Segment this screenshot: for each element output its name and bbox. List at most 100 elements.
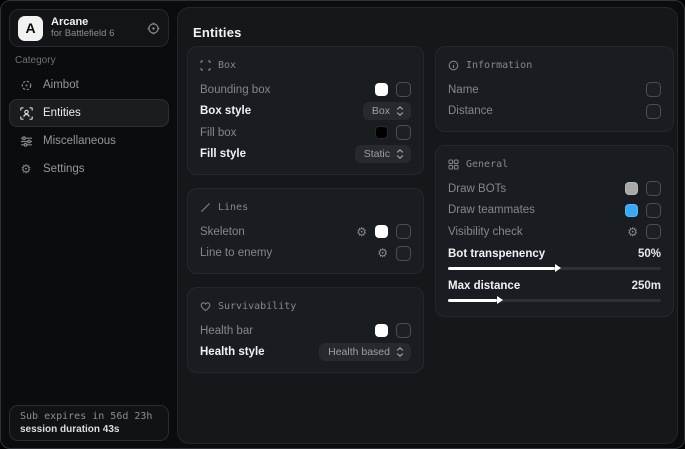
row-name: Name: [448, 79, 661, 101]
row-skeleton: Skeleton ⚙: [200, 221, 411, 243]
card-title: Lines: [218, 202, 248, 213]
bot-transparency-slider[interactable]: [448, 267, 661, 270]
color-swatch[interactable]: [625, 182, 638, 195]
row-label: Fill box: [200, 127, 375, 139]
color-swatch[interactable]: [625, 204, 638, 217]
skeleton-checkbox[interactable]: [396, 224, 411, 239]
card-survivability-header: Survivability: [200, 298, 411, 314]
subscription-status-box: Sub expires in 56d 23h session duration …: [9, 405, 169, 441]
card-lines: Lines Skeleton ⚙ Line to enemy ⚙: [187, 188, 424, 274]
sidebar-item-label: Settings: [43, 163, 85, 175]
sliders-icon: [19, 135, 33, 148]
row-label: Box style: [200, 105, 363, 117]
app-window: A Arcane for Battlefield 6 Category: [0, 0, 685, 449]
brand-name: Arcane: [51, 16, 139, 29]
unfold-icon: [396, 347, 404, 357]
slider-label: Max distance: [448, 280, 632, 292]
health-style-select[interactable]: Health based: [319, 343, 411, 361]
name-checkbox[interactable]: [646, 82, 661, 97]
select-value: Box: [372, 105, 390, 117]
card-title: Box: [218, 60, 236, 71]
row-visibility-check: Visibility check ⚙: [448, 221, 661, 243]
sidebar-item-label: Miscellaneous: [43, 135, 116, 147]
sidebar-item-label: Aimbot: [43, 79, 79, 91]
card-general: General Draw BOTs Draw teammates: [435, 145, 674, 317]
fill-box-checkbox[interactable]: [396, 125, 411, 140]
slider-value: 250m: [632, 280, 661, 292]
row-label: Fill style: [200, 148, 355, 160]
visibility-check-checkbox[interactable]: [646, 224, 661, 239]
card-box-header: Box: [200, 57, 411, 73]
slider-fill: [448, 299, 497, 302]
row-box-style: Box style Box: [200, 101, 411, 123]
row-fill-style: Fill style Static: [200, 144, 411, 166]
right-column: Information Name Distance: [435, 46, 674, 317]
line-to-enemy-settings-gear-icon[interactable]: ⚙: [377, 247, 388, 259]
unfold-icon: [396, 106, 404, 116]
row-label: Bounding box: [200, 84, 375, 96]
select-value: Health based: [328, 346, 390, 358]
row-label: Draw BOTs: [448, 183, 625, 195]
card-title: Information: [466, 60, 532, 71]
draw-teammates-checkbox[interactable]: [646, 203, 661, 218]
bounding-box-checkbox[interactable]: [396, 82, 411, 97]
category-label: Category: [15, 55, 56, 66]
row-label: Skeleton: [200, 226, 356, 238]
color-swatch[interactable]: [375, 225, 388, 238]
box-corners-icon: [200, 60, 211, 71]
distance-checkbox[interactable]: [646, 104, 661, 119]
session-duration-text: session duration 43s: [20, 424, 158, 435]
row-bounding-box: Bounding box: [200, 79, 411, 101]
brand-text: Arcane for Battlefield 6: [51, 16, 139, 40]
color-swatch[interactable]: [375, 83, 388, 96]
row-line-to-enemy: Line to enemy ⚙: [200, 243, 411, 265]
slider-label: Bot transpenency: [448, 248, 638, 260]
row-label: Health style: [200, 346, 319, 358]
gear-icon: ⚙: [19, 163, 33, 175]
slider-value: 50%: [638, 248, 661, 260]
sidebar-item-aimbot[interactable]: Aimbot: [9, 71, 169, 99]
heart-icon: [200, 301, 211, 312]
card-title: Survivability: [218, 301, 296, 312]
line-to-enemy-checkbox[interactable]: [396, 246, 411, 261]
sidebar-item-miscellaneous[interactable]: Miscellaneous: [9, 127, 169, 155]
entities-icon: [19, 107, 33, 120]
sidebar-item-label: Entities: [43, 107, 81, 119]
max-distance-slider-group: Max distance 250m: [448, 277, 661, 302]
sidebar-item-settings[interactable]: ⚙ Settings: [9, 155, 169, 183]
brand-subtitle: for Battlefield 6: [51, 29, 139, 40]
pencil-line-icon: [200, 202, 211, 213]
sidebar-item-entities[interactable]: Entities: [9, 99, 169, 127]
row-label: Visibility check: [448, 226, 627, 238]
row-label: Distance: [448, 105, 646, 117]
max-distance-slider[interactable]: [448, 299, 661, 302]
target-icon[interactable]: [147, 22, 160, 35]
box-style-select[interactable]: Box: [363, 102, 411, 120]
card-title: General: [466, 159, 508, 170]
page-title: Entities: [193, 25, 242, 40]
brand-logo: A: [18, 16, 43, 41]
bot-transparency-slider-group: Bot transpenency 50%: [448, 245, 661, 270]
row-draw-teammates: Draw teammates: [448, 200, 661, 222]
card-box: Box Bounding box Box style Box: [187, 46, 424, 175]
skeleton-settings-gear-icon[interactable]: ⚙: [356, 226, 367, 238]
row-label: Name: [448, 84, 646, 96]
row-health-bar: Health bar: [200, 320, 411, 342]
visibility-settings-gear-icon[interactable]: ⚙: [627, 226, 638, 238]
sidebar-nav: Aimbot Entities: [9, 71, 169, 183]
row-draw-bots: Draw BOTs: [448, 178, 661, 200]
select-value: Static: [364, 148, 390, 160]
color-swatch[interactable]: [375, 126, 388, 139]
sidebar: A Arcane for Battlefield 6 Category: [1, 1, 177, 448]
main-panel: Entities Box Bounding box: [177, 7, 678, 444]
health-bar-checkbox[interactable]: [396, 323, 411, 338]
fill-style-select[interactable]: Static: [355, 145, 411, 163]
row-label: Draw teammates: [448, 204, 625, 216]
card-information-header: Information: [448, 57, 661, 73]
row-health-style: Health style Health based: [200, 342, 411, 364]
row-label: Line to enemy: [200, 247, 377, 259]
unfold-icon: [396, 149, 404, 159]
color-swatch[interactable]: [375, 324, 388, 337]
row-distance: Distance: [448, 101, 661, 123]
draw-bots-checkbox[interactable]: [646, 181, 661, 196]
